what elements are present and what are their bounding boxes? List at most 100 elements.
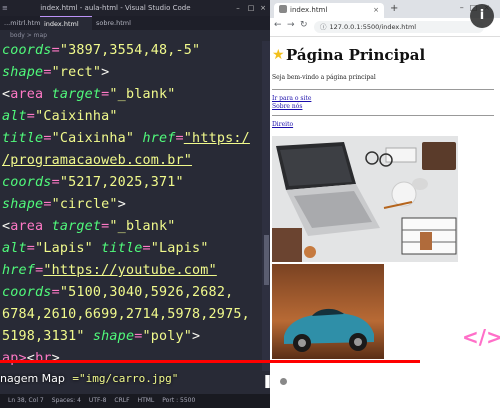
subtitles-icon[interactable]: [312, 371, 334, 393]
vscode-window-title: index.html - aula-html - Visual Studio C…: [40, 4, 191, 12]
code-line[interactable]: title="Caixinha" href="https:/: [2, 129, 250, 149]
code-token: >: [117, 197, 126, 212]
autoplay-toggle[interactable]: [279, 377, 295, 386]
car-photo: [272, 264, 384, 359]
status-item[interactable]: Ln 38, Col 7: [8, 397, 44, 404]
status-item[interactable]: CRLF: [114, 397, 129, 404]
miniplayer-icon[interactable]: [388, 371, 410, 393]
code-token: >: [51, 351, 60, 366]
code-tag-icon: </>: [462, 325, 500, 349]
code-token: =: [51, 285, 60, 300]
car-image[interactable]: [272, 264, 384, 359]
back-arrow-icon[interactable]: ←: [274, 20, 282, 30]
video-chapter-title[interactable]: nagem Map ="img/carro.jpg": [0, 372, 178, 385]
code-line[interactable]: 5198,3131" shape="poly">: [2, 327, 200, 347]
link-sobre-nos[interactable]: Sobre nós: [272, 103, 302, 110]
tab-label: ...mitrl.html: [4, 19, 40, 27]
code-token: =: [51, 175, 60, 190]
editor-scroll-thumb[interactable]: [264, 235, 269, 285]
desk-photo: [272, 136, 458, 262]
vscode-titlebar: ≡ index.html - aula-html - Visual Studio…: [0, 0, 270, 16]
code-token: coords: [2, 175, 52, 190]
code-token: 6784,2610,6699,2714,5978,2975,: [2, 307, 250, 322]
code-line[interactable]: 6784,2610,6699,2714,5978,2975,: [2, 305, 250, 325]
code-line[interactable]: coords="5100,3040,5926,2682,: [2, 283, 233, 303]
editor-scrollbar[interactable]: [262, 41, 270, 371]
code-token: href: [142, 131, 176, 146]
forward-arrow-icon[interactable]: →: [287, 20, 295, 30]
code-line[interactable]: shape="rect">: [2, 63, 109, 83]
code-line[interactable]: href="https://youtube.com": [2, 261, 217, 281]
editor-tabs: ...mitrl.html index.html sobre.html: [0, 16, 270, 30]
code-token: br: [35, 351, 52, 366]
code-token: >: [101, 65, 110, 80]
code-token: target: [51, 87, 102, 102]
close-tab-icon[interactable]: ×: [373, 3, 379, 18]
vscode-window: ≡ index.html - aula-html - Visual Studio…: [0, 0, 270, 408]
code-token: =: [26, 109, 36, 124]
code-token: "rect": [51, 65, 102, 80]
code-token: shape: [92, 329, 135, 344]
code-line[interactable]: alt="Lapis" title="Lapis": [2, 239, 209, 259]
status-item[interactable]: HTML: [138, 397, 155, 404]
settings-gear-icon[interactable]: ⚙: [350, 371, 372, 393]
chapter-code-text: ="img/carro.jpg": [72, 372, 179, 385]
code-line[interactable]: <area target="_blank": [2, 85, 176, 105]
minimize-icon[interactable]: –: [232, 0, 244, 16]
code-token: "circle": [51, 197, 118, 212]
link-direito[interactable]: Direito: [272, 121, 293, 128]
url-text: 127.0.0.1:5500/index.html: [329, 23, 417, 31]
status-item[interactable]: Port : 5500: [162, 397, 195, 404]
reload-icon[interactable]: ↻: [300, 20, 308, 30]
breadcrumb[interactable]: body > map: [0, 30, 270, 41]
menu-icon[interactable]: ≡: [2, 0, 12, 16]
star-icon: ★: [272, 47, 285, 63]
info-icon[interactable]: i: [470, 4, 494, 28]
code-line[interactable]: coords="5217,2025,371": [2, 173, 184, 193]
code-line[interactable]: /programacaoweb.com.br": [2, 151, 192, 171]
tab-label: sobre.html: [96, 19, 131, 27]
code-token: "Caixinha": [51, 131, 143, 146]
code-line[interactable]: <area target="_blank": [2, 217, 176, 237]
browser-tab[interactable]: index.html ×: [274, 3, 384, 18]
code-line[interactable]: ap><br>: [2, 349, 60, 369]
code-token: shape: [2, 65, 44, 80]
link-ir-para-o-site[interactable]: Ir para o site: [272, 95, 311, 102]
close-icon[interactable]: ×: [257, 0, 269, 16]
code-token: =: [26, 241, 36, 256]
site-info-icon[interactable]: ⓘ: [320, 23, 327, 31]
status-item[interactable]: Spaces: 4: [52, 397, 81, 404]
editor-tab-sobre[interactable]: sobre.html: [92, 16, 142, 30]
code-line[interactable]: coords="3897,3554,48,-5": [2, 41, 200, 61]
code-token: >: [192, 329, 201, 344]
video-progress-bar[interactable]: [0, 360, 500, 363]
browser-tabstrip: index.html × + –□×: [270, 0, 500, 18]
code-token: "_blank": [109, 87, 176, 102]
code-token: ap>: [2, 351, 27, 366]
code-token: "_blank": [109, 219, 176, 234]
theater-mode-icon[interactable]: [426, 371, 448, 393]
code-token: area: [10, 219, 52, 234]
welcome-text: Seja bem-vindo a página principal: [272, 74, 376, 81]
code-token: =: [43, 197, 52, 212]
video-played-bar: [0, 360, 420, 363]
code-token: =: [43, 131, 52, 146]
address-bar[interactable]: ⓘ 127.0.0.1:5500/index.html: [314, 21, 484, 33]
fullscreen-icon[interactable]: [464, 371, 486, 393]
code-line[interactable]: shape="circle">: [2, 195, 126, 215]
browser-tab-title: index.html: [290, 6, 328, 14]
status-item[interactable]: UTF-8: [89, 397, 107, 404]
desk-image-map[interactable]: [272, 136, 458, 262]
editor-tab-index[interactable]: index.html: [40, 16, 92, 30]
code-line[interactable]: alt="Caixinha": [2, 107, 118, 127]
new-tab-icon[interactable]: +: [390, 3, 398, 14]
divider: [272, 89, 494, 90]
page-viewport: ★ Página Principal Seja bem-vindo a pági…: [270, 37, 500, 408]
editor-tab[interactable]: ...mitrl.html: [0, 16, 40, 30]
code-token: alt: [2, 241, 27, 256]
code-token: 5198,3131": [2, 329, 93, 344]
maximize-icon[interactable]: □: [245, 0, 257, 16]
code-editor[interactable]: coords="3897,3554,48,-5" shape="rect"> <ar…: [0, 41, 262, 371]
code-token: "Caixinha": [35, 109, 118, 124]
code-token: =: [43, 65, 52, 80]
